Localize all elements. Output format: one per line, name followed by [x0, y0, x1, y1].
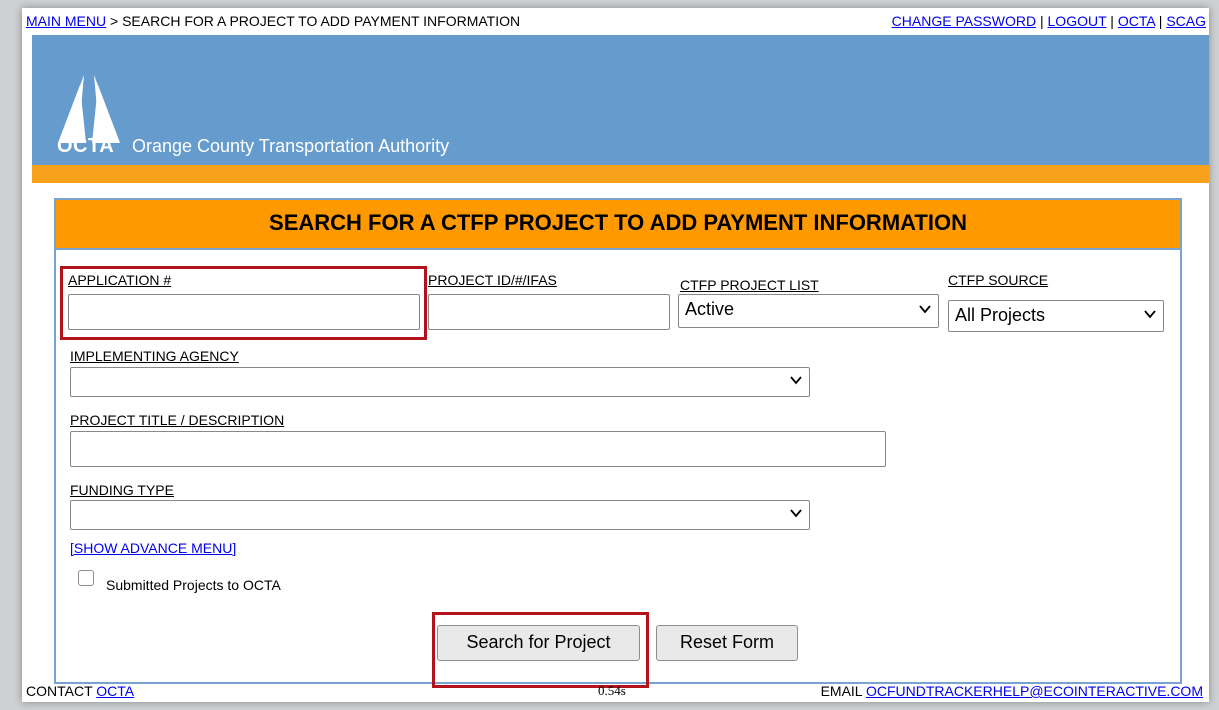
footer-email: EMAIL OCFUNDTRACKERHELP@ECOINTERACTIVE.C…	[821, 680, 1203, 702]
ctfp-project-list-select[interactable]: Active	[678, 294, 939, 328]
brand-short: OCTA	[57, 135, 115, 157]
application-label: APPLICATION #	[68, 272, 172, 288]
search-for-project-button[interactable]: Search for Project	[437, 625, 640, 661]
ctfp-source-label: CTFP SOURCE	[948, 272, 1049, 288]
accent-strip	[32, 165, 1209, 183]
header-banner: OCTA Orange County Transportation Author…	[32, 35, 1209, 165]
project-title-label: PROJECT TITLE / DESCRIPTION	[70, 412, 285, 428]
link-separator: |	[1106, 13, 1118, 29]
octa-road-logo-icon	[58, 75, 120, 143]
browser-page: MAIN MENU > SEARCH FOR A PROJECT TO ADD …	[22, 8, 1209, 702]
submitted-projects-label: Submitted Projects to OCTA	[106, 577, 281, 593]
contact-prefix: CONTACT	[26, 683, 97, 699]
ctfp-project-list-value: Active	[685, 299, 735, 319]
support-email-link[interactable]: OCFUNDTRACKERHELP@ECOINTERACTIVE.COM	[866, 683, 1203, 699]
panel-title: SEARCH FOR A CTFP PROJECT TO ADD PAYMENT…	[56, 200, 1180, 250]
logout-link[interactable]: LOGOUT	[1048, 13, 1107, 29]
funding-type-select[interactable]	[70, 500, 810, 530]
brand-full-name: Orange County Transportation Authority	[132, 136, 450, 156]
contact-octa-link[interactable]: OCTA	[96, 683, 134, 699]
project-id-label: PROJECT ID/#/IFAS	[428, 272, 557, 288]
main-menu-link[interactable]: MAIN MENU	[26, 13, 106, 29]
chevron-down-icon	[1144, 310, 1156, 319]
project-title-input[interactable]	[70, 431, 886, 467]
submitted-projects-checkbox[interactable]	[78, 570, 94, 586]
octa-link[interactable]: OCTA	[1118, 13, 1155, 29]
scag-link[interactable]: SCAG	[1166, 13, 1206, 29]
ctfp-source-value: All Projects	[955, 305, 1046, 325]
project-id-input[interactable]	[428, 294, 670, 330]
reset-form-button[interactable]: Reset Form	[656, 625, 798, 661]
search-panel: SEARCH FOR A CTFP PROJECT TO ADD PAYMENT…	[54, 198, 1182, 688]
link-separator: |	[1154, 13, 1167, 29]
change-password-link[interactable]: CHANGE PASSWORD	[892, 13, 1036, 29]
breadcrumb-current: > SEARCH FOR A PROJECT TO ADD PAYMENT IN…	[106, 13, 521, 29]
breadcrumb: MAIN MENU > SEARCH FOR A PROJECT TO ADD …	[26, 8, 520, 35]
chevron-down-icon	[790, 376, 802, 385]
footer-contact: CONTACT OCTA	[26, 680, 134, 702]
top-bar: MAIN MENU > SEARCH FOR A PROJECT TO ADD …	[22, 8, 1209, 35]
top-links: CHANGE PASSWORD | LOGOUT | OCTA | SCAG	[892, 8, 1206, 35]
link-separator: |	[1036, 13, 1048, 29]
ctfp-project-list-label: CTFP PROJECT LIST	[680, 277, 819, 293]
chevron-down-icon	[919, 305, 931, 314]
chevron-down-icon	[790, 509, 802, 518]
application-input[interactable]	[68, 294, 420, 330]
show-advance-menu-link[interactable]: [SHOW ADVANCE MENU]	[70, 540, 236, 556]
ctfp-source-select[interactable]: All Projects	[948, 300, 1164, 332]
page-timing: 0.54s	[598, 683, 626, 698]
implementing-agency-label: IMPLEMENTING AGENCY	[70, 348, 239, 364]
email-prefix: EMAIL	[820, 683, 866, 699]
funding-type-label: FUNDING TYPE	[70, 482, 174, 498]
implementing-agency-select[interactable]	[70, 367, 810, 397]
footer: CONTACT OCTA 0.54s EMAIL OCFUNDTRACKERHE…	[22, 680, 1209, 702]
